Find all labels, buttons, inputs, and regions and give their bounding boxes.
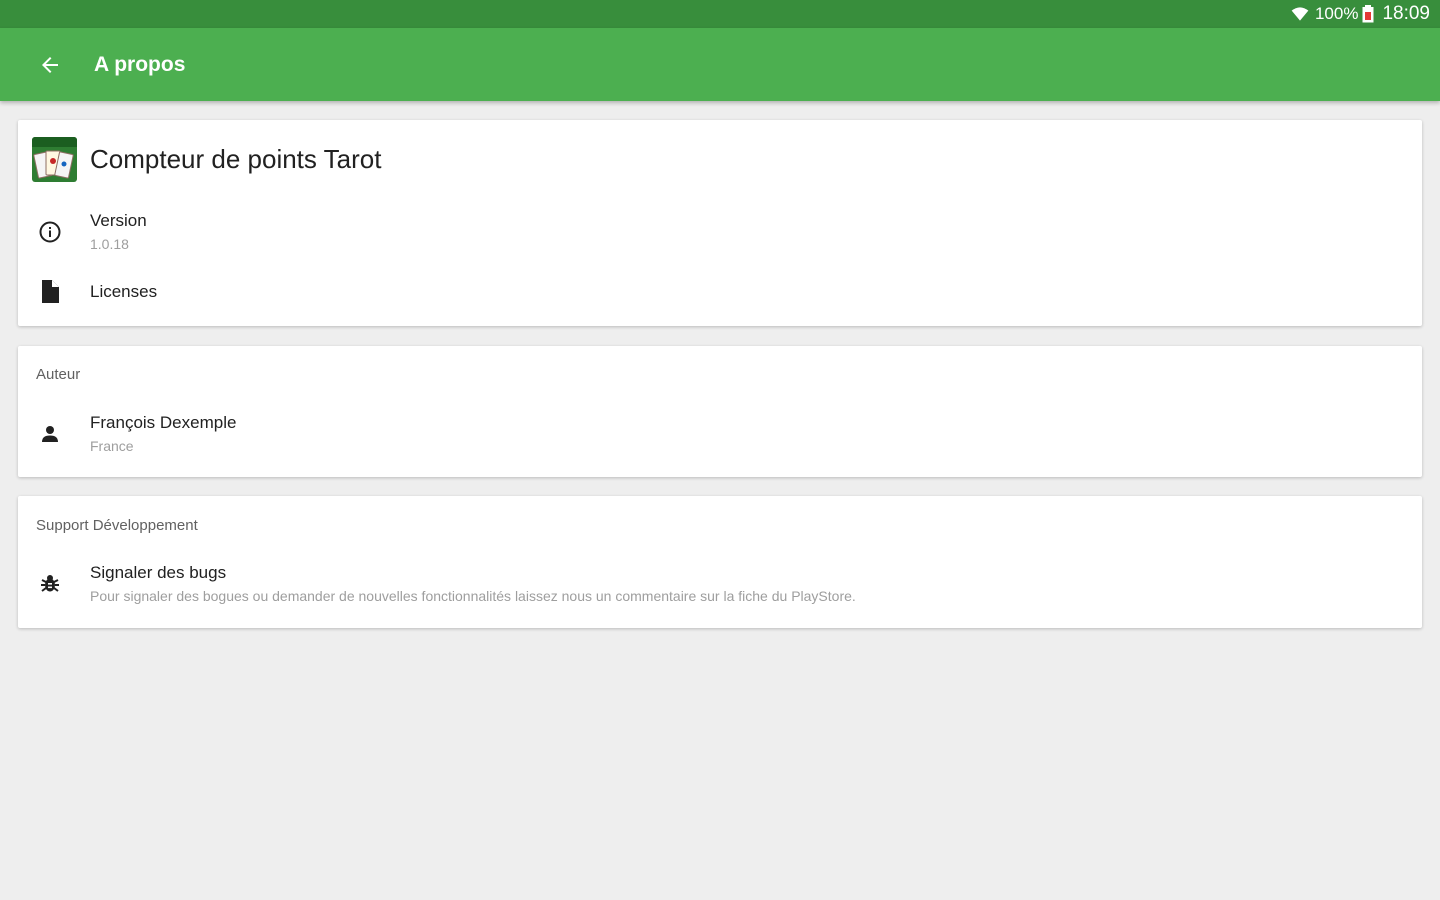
status-bar: 100% 18:09 — [0, 0, 1440, 28]
licenses-row[interactable]: Licenses — [18, 278, 1422, 306]
report-bugs-description: Pour signaler des bogues ou demander de … — [90, 588, 856, 604]
arrow-back-icon — [42, 56, 58, 73]
author-card: Auteur François Dexemple France — [18, 346, 1422, 477]
author-country: France — [90, 438, 134, 454]
tarot-app-logo-icon — [32, 137, 77, 182]
version-row[interactable]: Version 1.0.18 — [18, 210, 1422, 254]
licenses-label: Licenses — [90, 282, 158, 301]
app-bar: A propos — [0, 28, 1440, 101]
app-name: Compteur de points Tarot — [90, 144, 382, 174]
app-logo — [32, 137, 77, 182]
support-card: Support Développement Signaler des bugs … — [18, 496, 1422, 628]
version-label: Version — [90, 211, 147, 230]
wifi-icon — [1291, 7, 1309, 21]
battery-icon — [1362, 5, 1374, 23]
report-bugs-title: Signaler des bugs — [90, 563, 227, 582]
report-bugs-row[interactable]: Signaler des bugs Pour signaler des bogu… — [18, 562, 1422, 606]
battery-percent: 100% — [1314, 4, 1359, 23]
app-header: Compteur de points Tarot — [32, 137, 381, 182]
person-icon — [36, 420, 64, 448]
bug-icon — [36, 570, 64, 598]
document-icon — [36, 278, 64, 306]
status-clock: 18:09 — [1382, 3, 1430, 24]
info-icon — [36, 218, 64, 246]
support-section-header: Support Développement — [36, 517, 198, 534]
app-info-card: Compteur de points Tarot Version 1.0.18 … — [18, 120, 1422, 326]
author-row[interactable]: François Dexemple France — [18, 412, 1422, 456]
author-name: François Dexemple — [90, 413, 237, 432]
author-section-header: Auteur — [36, 366, 81, 383]
version-value: 1.0.18 — [90, 236, 129, 252]
page-title: A propos — [94, 52, 186, 76]
back-button[interactable] — [22, 37, 78, 93]
